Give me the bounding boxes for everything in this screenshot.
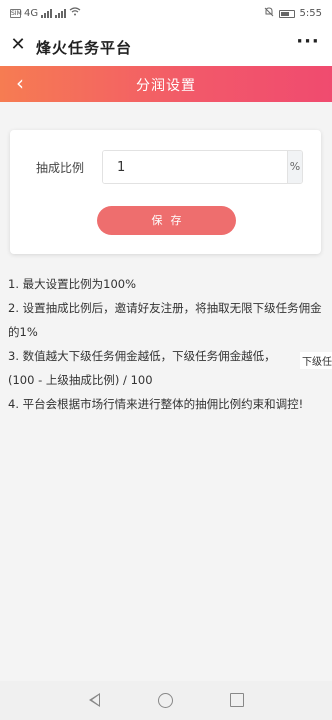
status-left: SIM 4G (10, 7, 81, 19)
page-header: ‹ 分润设置 (0, 66, 332, 102)
note-2: 2. 设置抽成比例后，邀请好友注册，将抽取无限下级任务佣金的1% (8, 301, 322, 339)
note-3: 3. 数值越大下级任务佣金越低，下级任务佣金越低， (8, 349, 276, 363)
close-icon[interactable]: ✕ (8, 35, 28, 55)
truncated-tooltip: 下级任 (300, 352, 332, 369)
save-button[interactable]: 保存 (97, 206, 236, 235)
status-bar: SIM 4G 5:55 (0, 0, 332, 26)
status-right: 5:55 (264, 7, 322, 20)
notes-list: 1. 最大设置比例为100% 2. 设置抽成比例后，邀请好友注册，将抽取无限下级… (8, 272, 326, 416)
nav-back-icon[interactable] (89, 693, 100, 707)
title-bar: ✕ 烽火任务平台 ··· (0, 26, 332, 66)
note-1: 1. 最大设置比例为100% (8, 277, 137, 291)
more-icon[interactable]: ··· (296, 33, 320, 55)
note-3-formula: (100 - 上级抽成比例) / 100 (8, 373, 153, 387)
ratio-unit: % (287, 151, 302, 183)
app-title: 烽火任务平台 (36, 39, 133, 57)
system-nav-bar (0, 681, 332, 720)
status-time: 5:55 (299, 8, 322, 19)
settings-card: 抽成比例 % 保存 (10, 130, 321, 254)
wifi-icon (69, 7, 81, 19)
ratio-input[interactable] (103, 151, 287, 183)
mute-icon (264, 7, 274, 20)
nav-home-icon[interactable] (158, 693, 173, 708)
page-title: 分润设置 (136, 78, 196, 94)
note-4: 4. 平台会根据市场行情来进行整体的抽佣比例约束和调控! (8, 397, 304, 411)
ratio-label: 抽成比例 (36, 161, 85, 175)
signal-icon (41, 8, 53, 18)
battery-icon (278, 9, 295, 18)
ratio-field: % (102, 150, 303, 184)
nav-recent-icon[interactable] (230, 693, 244, 707)
signal-icon-2 (55, 8, 67, 18)
network-type: 4G (24, 7, 39, 19)
sim-icon: SIM (10, 8, 22, 18)
